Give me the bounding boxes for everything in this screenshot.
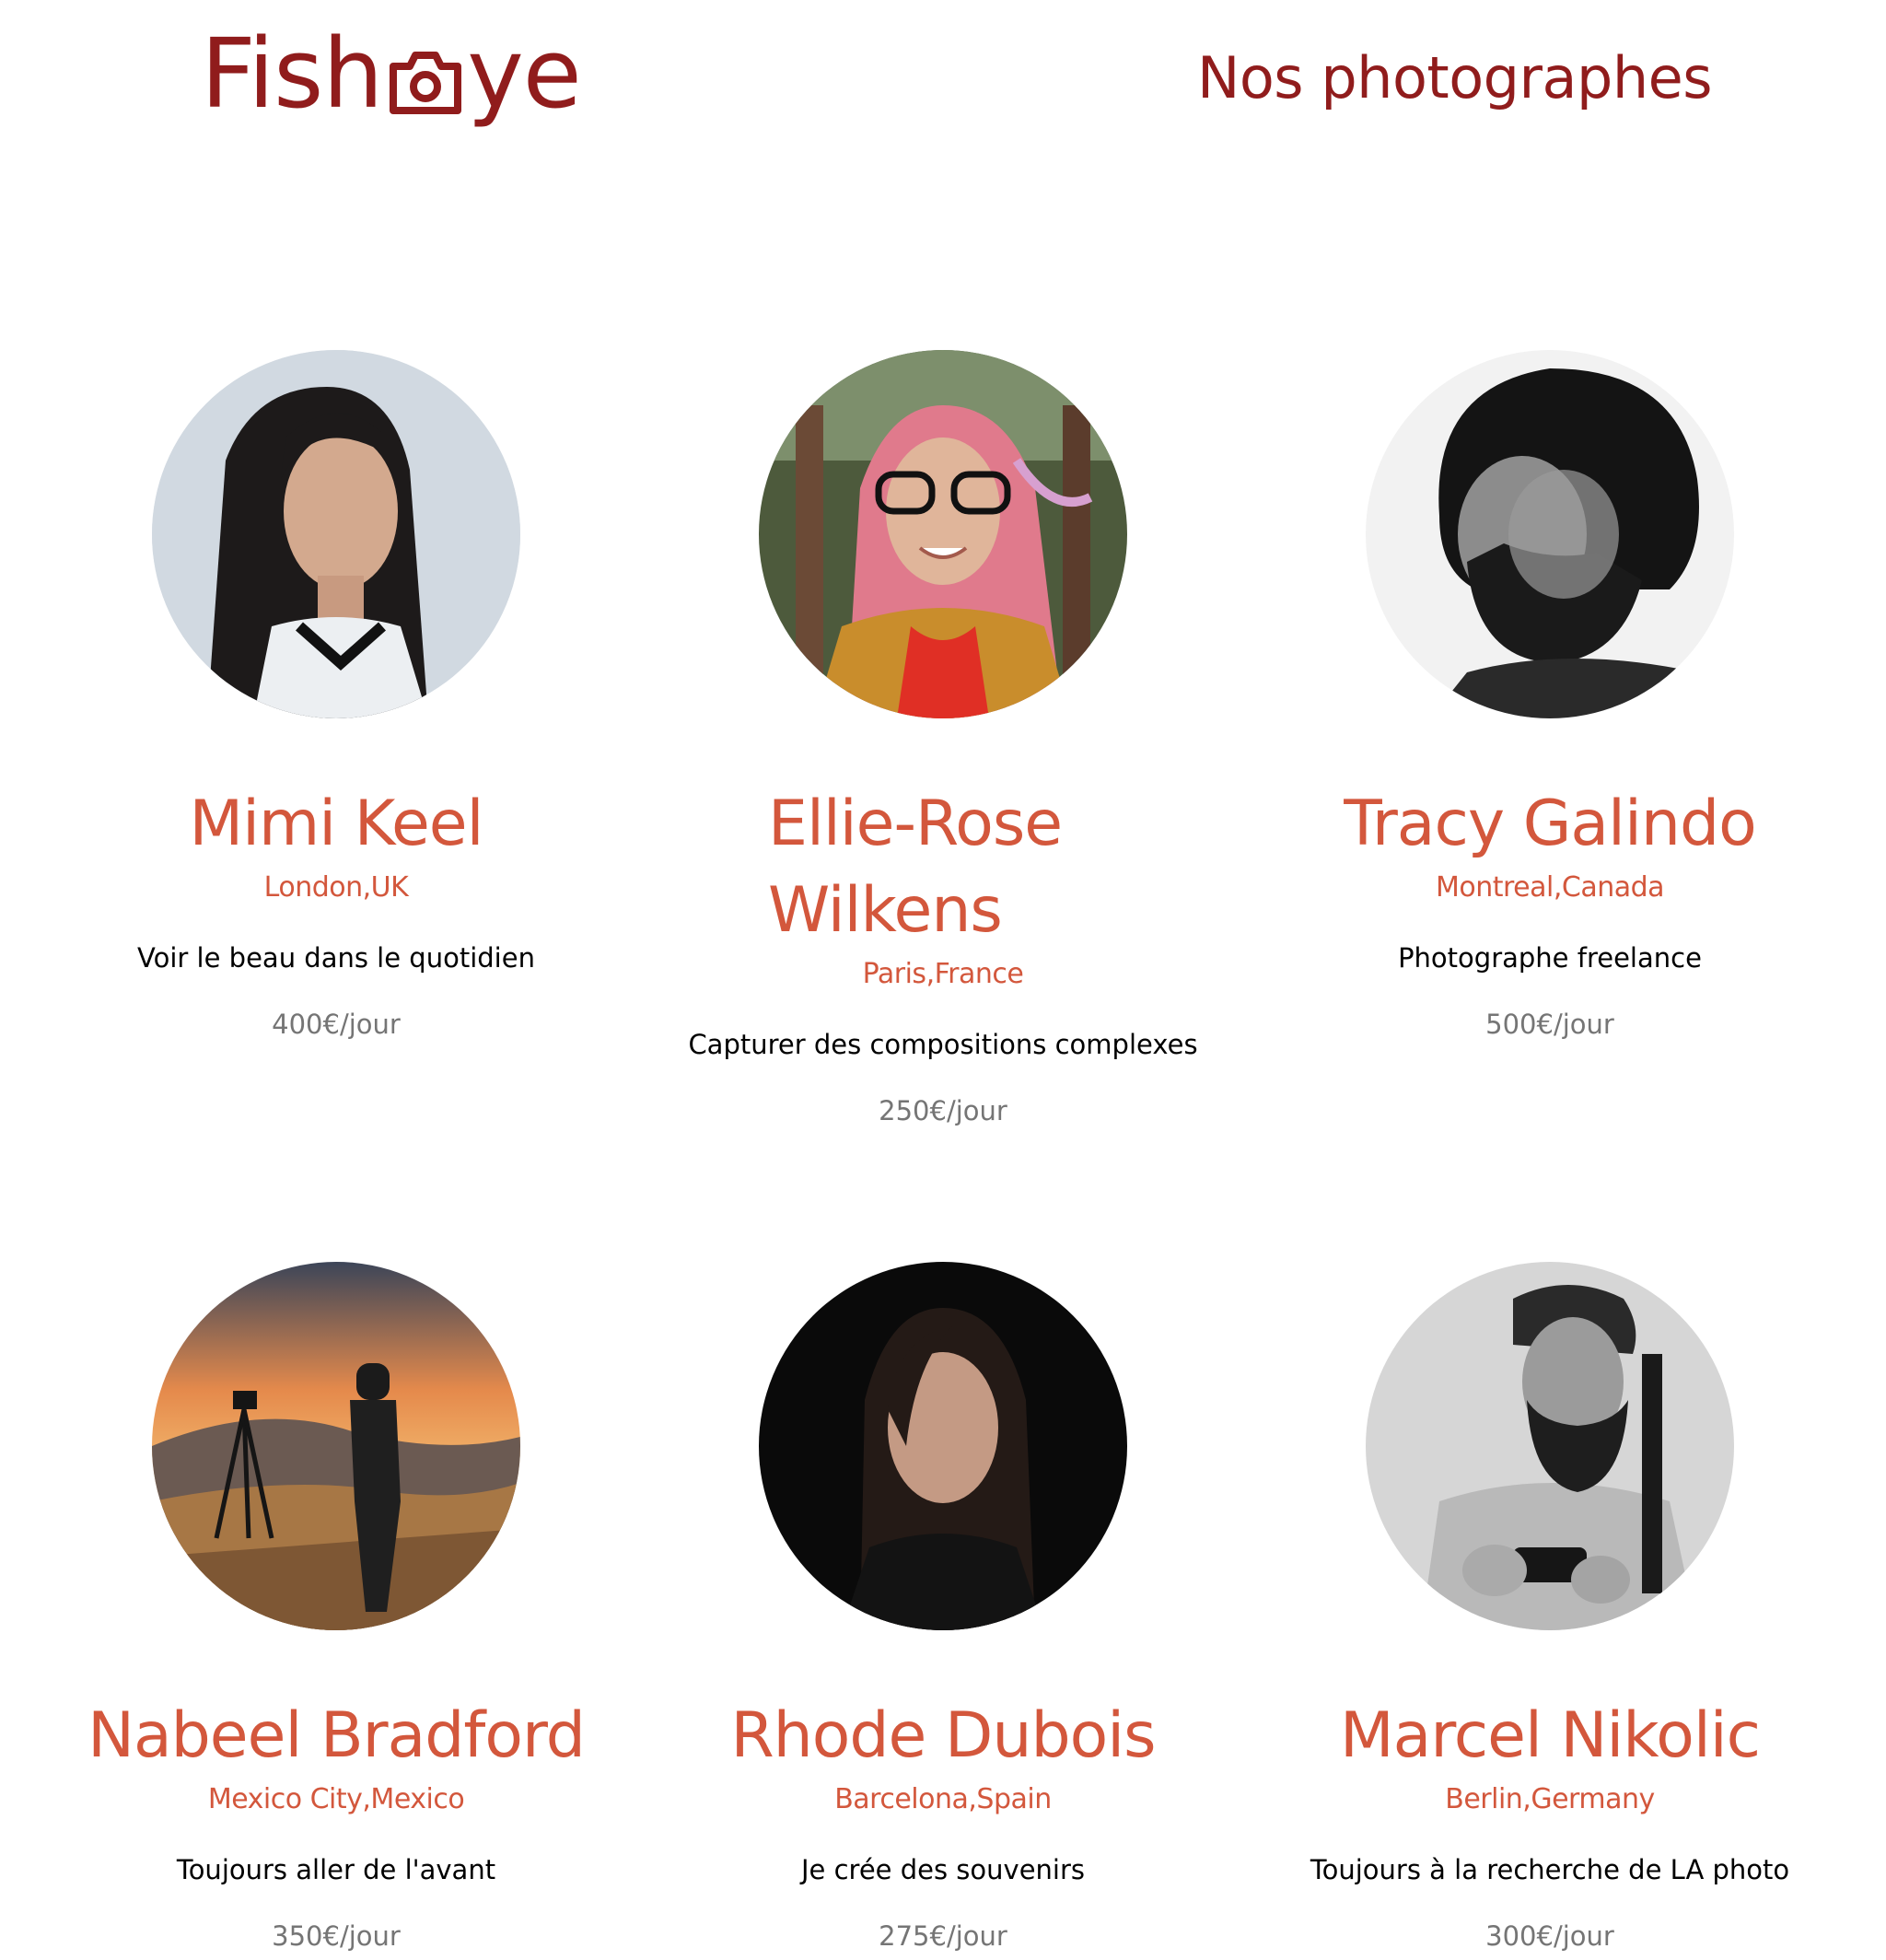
photographer-name: Nabeel Bradford	[87, 1699, 586, 1772]
photographer-location: Paris,France	[862, 958, 1024, 990]
photographer-portrait-link[interactable]	[152, 350, 520, 718]
photographer-name: Ellie-Rose Wilkens	[768, 788, 1063, 947]
photographer-card: Tracy Galindo Montreal,Canada Photograph…	[1214, 350, 1886, 1043]
photographer-portrait-link[interactable]	[1366, 350, 1734, 718]
photographer-location: Barcelona,Spain	[834, 1783, 1052, 1815]
photographer-tagline: Toujours à la recherche de LA photo	[1310, 1854, 1790, 1885]
photographer-portrait-link[interactable]	[759, 1262, 1127, 1630]
photographer-price: 300€/jour	[1485, 1920, 1614, 1952]
photographer-location: Berlin,Germany	[1445, 1783, 1655, 1815]
photographer-card: Mimi Keel London,UK Voir le beau dans le…	[0, 350, 672, 1043]
photographer-price: 500€/jour	[1485, 1009, 1614, 1040]
photographer-tagline: Je crée des souvenirs	[800, 1854, 1086, 1885]
portrait-image	[152, 1262, 520, 1630]
portrait-image	[1366, 350, 1734, 718]
photographer-price: 250€/jour	[879, 1095, 1007, 1126]
photographer-portrait-link[interactable]	[759, 350, 1127, 718]
photographer-name: Rhode Dubois	[730, 1699, 1156, 1772]
photographer-tagline: Capturer des compositions complexes	[688, 1029, 1198, 1060]
photographer-price: 400€/jour	[272, 1009, 401, 1040]
logo-text-right: ye	[467, 18, 582, 130]
photographer-location: London,UK	[263, 871, 409, 904]
portrait-image	[1366, 1262, 1734, 1630]
photographer-tagline: Toujours aller de l'avant	[176, 1854, 496, 1885]
site-header: Fish ye Nos photographes	[0, 0, 1886, 166]
fisheye-logo[interactable]: Fish ye	[201, 18, 582, 130]
logo-text-left: Fish	[201, 18, 383, 130]
photographer-card: Ellie-Rose Wilkens Paris,France Capturer…	[607, 350, 1279, 1129]
page-title: Nos photographes	[1197, 44, 1713, 111]
camera-icon	[390, 52, 462, 114]
photographer-name: Mimi Keel	[189, 788, 483, 860]
photographer-name: Tracy Galindo	[1344, 788, 1756, 860]
photographer-portrait-link[interactable]	[152, 1262, 520, 1630]
photographer-location: Montreal,Canada	[1435, 871, 1665, 904]
photographer-tagline: Photographe freelance	[1398, 942, 1702, 974]
photographer-tagline: Voir le beau dans le quotidien	[137, 942, 535, 974]
photographer-price: 275€/jour	[879, 1920, 1007, 1952]
photographer-name: Marcel Nikolic	[1339, 1699, 1761, 1772]
photographer-card: Rhode Dubois Barcelona,Spain Je crée des…	[607, 1262, 1279, 1954]
photographer-price: 350€/jour	[272, 1920, 401, 1952]
portrait-image	[152, 350, 520, 718]
photographer-location: Mexico City,Mexico	[207, 1783, 465, 1815]
portrait-image	[759, 350, 1127, 718]
photographer-portrait-link[interactable]	[1366, 1262, 1734, 1630]
photographer-card: Nabeel Bradford Mexico City,Mexico Toujo…	[0, 1262, 672, 1954]
photographer-card: Marcel Nikolic Berlin,Germany Toujours à…	[1214, 1262, 1886, 1954]
portrait-image	[759, 1262, 1127, 1630]
